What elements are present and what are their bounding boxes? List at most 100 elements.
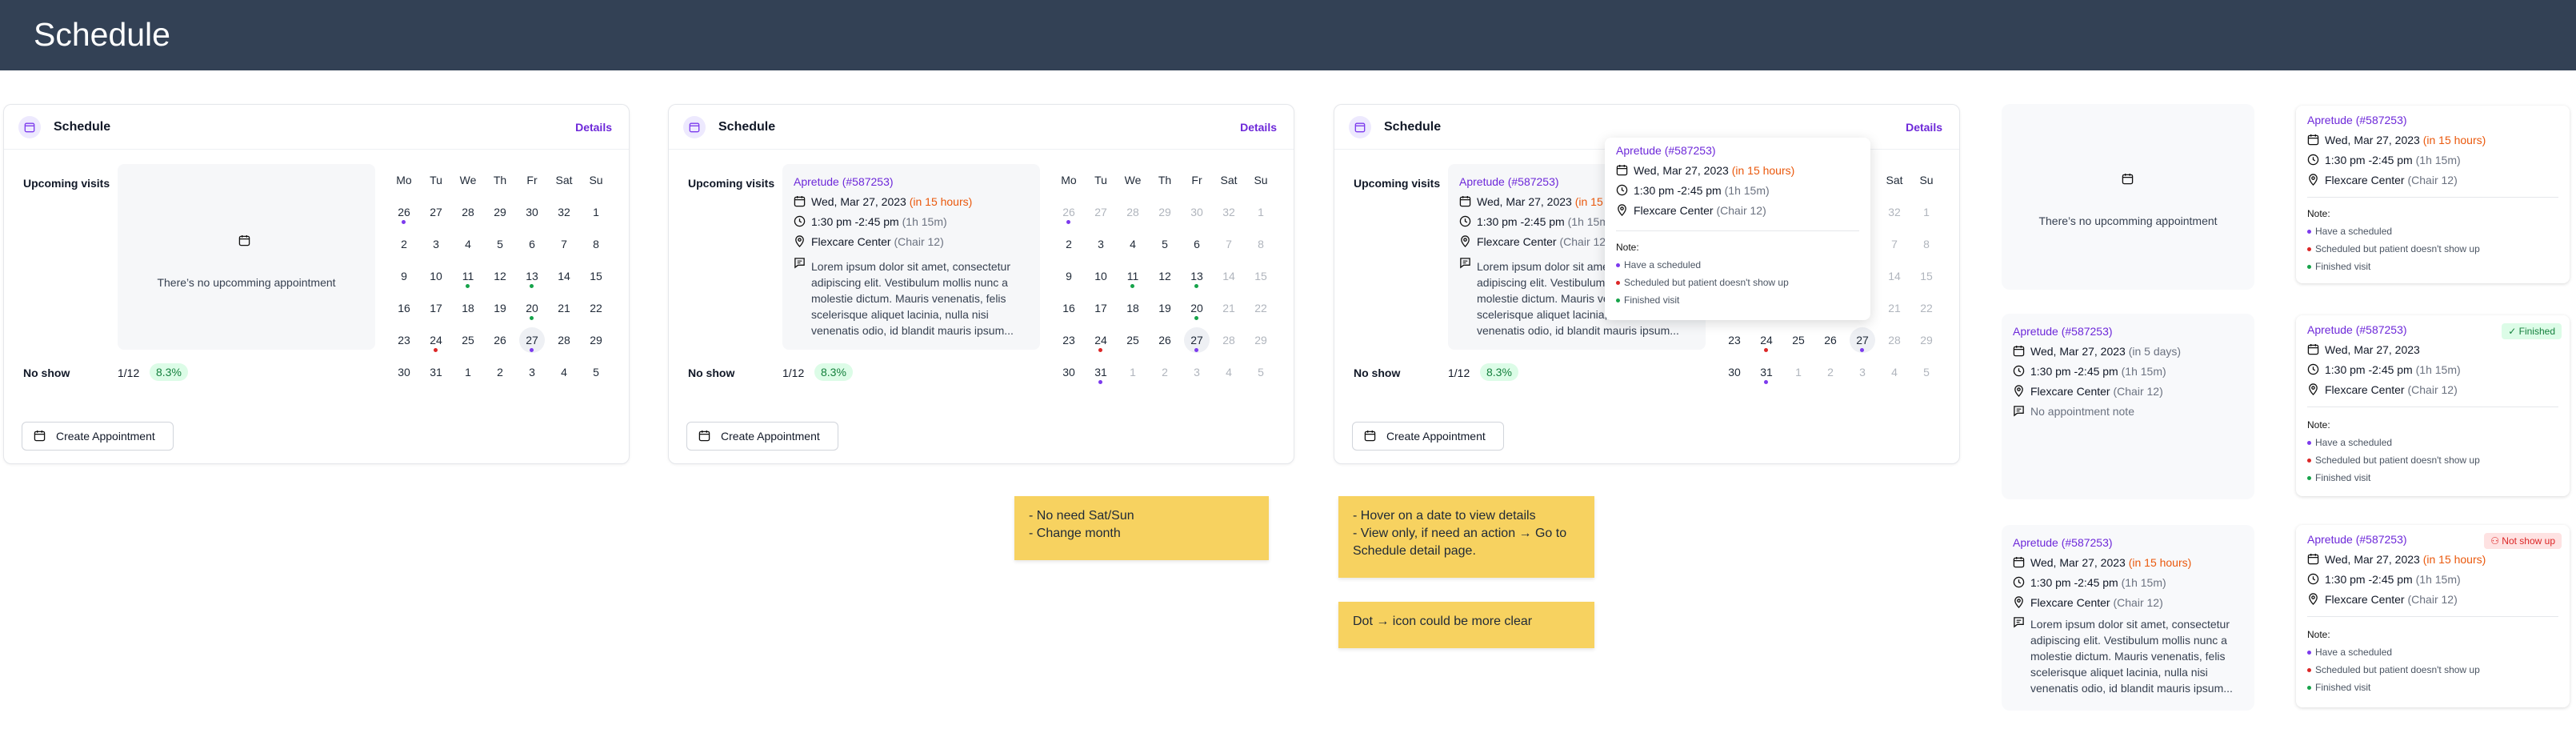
- calendar-day[interactable]: 20: [516, 302, 548, 314]
- calendar-day[interactable]: 31: [1085, 366, 1117, 379]
- create-appointment-button[interactable]: Create Appointment: [1352, 422, 1504, 451]
- calendar-day[interactable]: 3: [1181, 366, 1213, 379]
- calendar-day[interactable]: 24: [1750, 334, 1782, 346]
- calendar-day[interactable]: 8: [1910, 238, 1942, 250]
- calendar-day[interactable]: 21: [1213, 302, 1245, 314]
- appointment-title[interactable]: Apretude (#587253): [2013, 536, 2113, 549]
- calendar-day[interactable]: 21: [548, 302, 580, 314]
- calendar-day[interactable]: 29: [1149, 206, 1181, 218]
- appointment-title[interactable]: Apretude (#587253): [1459, 175, 1559, 188]
- calendar-day[interactable]: 32: [1878, 206, 1910, 218]
- calendar-day[interactable]: 11: [452, 270, 484, 282]
- calendar-day[interactable]: 10: [1085, 270, 1117, 282]
- calendar-day[interactable]: 5: [1245, 366, 1277, 379]
- calendar-day[interactable]: 20: [1181, 302, 1213, 314]
- calendar-day[interactable]: 25: [1782, 334, 1814, 346]
- calendar-day[interactable]: 7: [1878, 238, 1910, 250]
- calendar-day[interactable]: 3: [516, 366, 548, 379]
- calendar-day[interactable]: 1: [1117, 366, 1149, 379]
- calendar-day[interactable]: 9: [1053, 270, 1085, 282]
- calendar-day[interactable]: 7: [1213, 238, 1245, 250]
- calendar-day[interactable]: 4: [548, 366, 580, 379]
- calendar-day[interactable]: 30: [1181, 206, 1213, 218]
- calendar-day[interactable]: 4: [1117, 238, 1149, 250]
- calendar-day[interactable]: 1: [580, 206, 612, 218]
- calendar-day[interactable]: 15: [580, 270, 612, 282]
- calendar-day[interactable]: 12: [484, 270, 516, 282]
- calendar-day[interactable]: 15: [1245, 270, 1277, 282]
- calendar-day[interactable]: 5: [1149, 238, 1181, 250]
- calendar-day[interactable]: 2: [388, 238, 420, 250]
- calendar-day[interactable]: 25: [1117, 334, 1149, 346]
- calendar-day[interactable]: 13: [516, 270, 548, 282]
- calendar-day[interactable]: 27: [1085, 206, 1117, 218]
- calendar-day[interactable]: 11: [1117, 270, 1149, 282]
- appointment-title[interactable]: Apretude (#587253): [2307, 533, 2407, 546]
- calendar-day[interactable]: 1: [1910, 206, 1942, 218]
- calendar-day[interactable]: 3: [1085, 238, 1117, 250]
- calendar-day[interactable]: 32: [1213, 206, 1245, 218]
- calendar-day[interactable]: 28: [548, 334, 580, 346]
- calendar-day[interactable]: 31: [1750, 366, 1782, 379]
- calendar-day[interactable]: 15: [1910, 270, 1942, 282]
- calendar-day[interactable]: 29: [484, 206, 516, 218]
- calendar-day[interactable]: 5: [580, 366, 612, 379]
- calendar-day[interactable]: 17: [420, 302, 452, 314]
- calendar-day[interactable]: 30: [516, 206, 548, 218]
- calendar-day[interactable]: 26: [1149, 334, 1181, 346]
- calendar-day[interactable]: 30: [1053, 366, 1085, 379]
- calendar-day[interactable]: 1: [1245, 206, 1277, 218]
- calendar-day[interactable]: 19: [484, 302, 516, 314]
- appointment-title[interactable]: Apretude (#587253): [794, 175, 894, 188]
- details-link[interactable]: Details: [1906, 121, 1942, 134]
- calendar-day[interactable]: 4: [1878, 366, 1910, 379]
- calendar-day[interactable]: 6: [1181, 238, 1213, 250]
- calendar-day[interactable]: 14: [1213, 270, 1245, 282]
- appointment-title[interactable]: Apretude (#587253): [1616, 144, 1716, 157]
- calendar-day[interactable]: 4: [452, 238, 484, 250]
- calendar-day[interactable]: 23: [388, 334, 420, 346]
- calendar-day[interactable]: 5: [1910, 366, 1942, 379]
- appointment-title[interactable]: Apretude (#587253): [2307, 323, 2407, 336]
- appointment-panel[interactable]: Apretude (#587253) Wed, Mar 27, 2023 (in …: [2002, 314, 2254, 499]
- calendar-day[interactable]: 31: [420, 366, 452, 379]
- calendar-day[interactable]: 26: [1053, 206, 1085, 218]
- calendar-day[interactable]: 17: [1085, 302, 1117, 314]
- calendar-day[interactable]: 29: [580, 334, 612, 346]
- calendar-day[interactable]: 7: [548, 238, 580, 250]
- calendar-day[interactable]: 26: [484, 334, 516, 346]
- calendar-day[interactable]: 25: [452, 334, 484, 346]
- calendar-day[interactable]: 16: [388, 302, 420, 314]
- appointment-title[interactable]: Apretude (#587253): [2307, 114, 2407, 126]
- calendar-day[interactable]: 16: [1053, 302, 1085, 314]
- calendar-day[interactable]: 3: [1846, 366, 1878, 379]
- calendar-day[interactable]: 8: [580, 238, 612, 250]
- calendar-day[interactable]: 4: [1213, 366, 1245, 379]
- appointment-preview[interactable]: Apretude (#587253) Wed, Mar 27, 2023 (in …: [782, 164, 1040, 350]
- calendar-day[interactable]: 23: [1718, 334, 1750, 346]
- calendar-day[interactable]: 21: [1878, 302, 1910, 314]
- calendar-day[interactable]: 6: [516, 238, 548, 250]
- calendar-day[interactable]: 28: [1878, 334, 1910, 346]
- calendar-day[interactable]: 2: [1149, 366, 1181, 379]
- calendar-day[interactable]: 14: [1878, 270, 1910, 282]
- calendar-day[interactable]: 22: [1910, 302, 1942, 314]
- calendar-day[interactable]: 10: [420, 270, 452, 282]
- calendar-day[interactable]: 18: [452, 302, 484, 314]
- create-appointment-button[interactable]: Create Appointment: [22, 422, 174, 451]
- calendar-day[interactable]: 24: [420, 334, 452, 346]
- calendar-day[interactable]: 30: [388, 366, 420, 379]
- calendar-day[interactable]: 32: [548, 206, 580, 218]
- calendar-day[interactable]: 19: [1149, 302, 1181, 314]
- calendar-day[interactable]: 13: [1181, 270, 1213, 282]
- calendar-day[interactable]: 3: [420, 238, 452, 250]
- calendar-day[interactable]: 26: [388, 206, 420, 218]
- calendar-day[interactable]: 29: [1910, 334, 1942, 346]
- appointment-panel[interactable]: Apretude (#587253) Wed, Mar 27, 2023 (in …: [2002, 525, 2254, 711]
- calendar-day[interactable]: 2: [1053, 238, 1085, 250]
- calendar-day[interactable]: 1: [452, 366, 484, 379]
- create-appointment-button[interactable]: Create Appointment: [686, 422, 838, 451]
- calendar-day[interactable]: 12: [1149, 270, 1181, 282]
- calendar-day[interactable]: 8: [1245, 238, 1277, 250]
- details-link[interactable]: Details: [1240, 121, 1277, 134]
